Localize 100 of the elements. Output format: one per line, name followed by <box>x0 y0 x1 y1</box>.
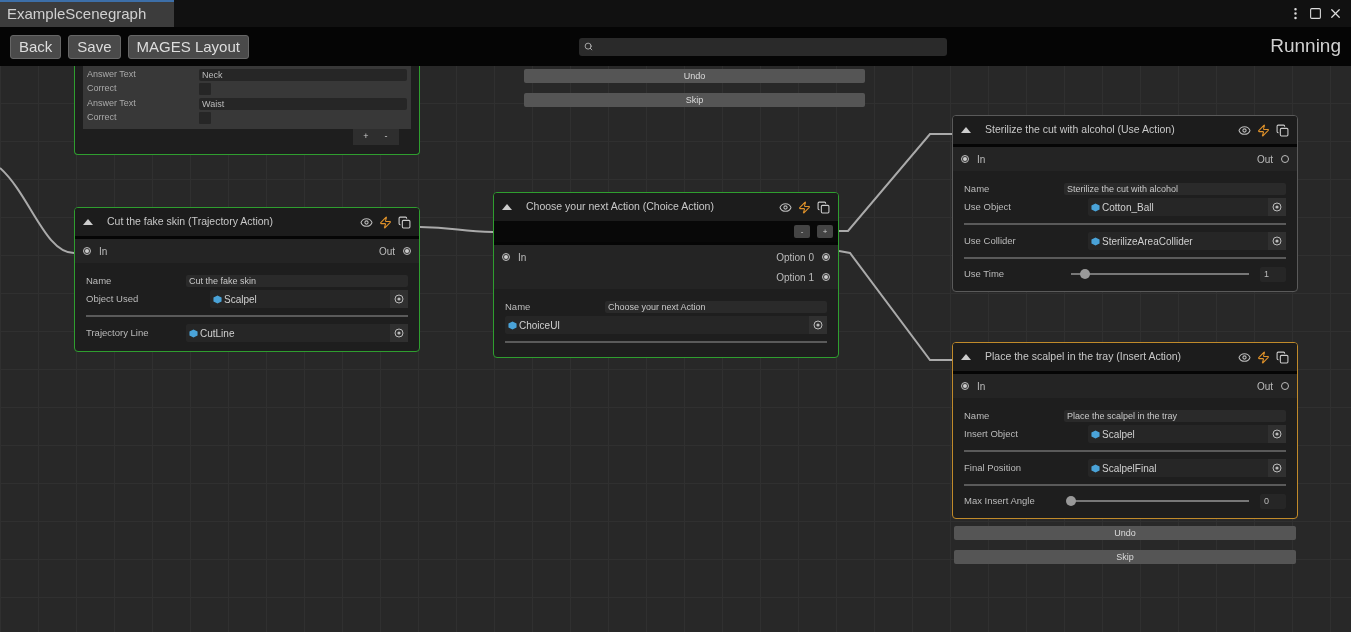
object-field[interactable]: ScalpelFinal <box>1088 459 1286 477</box>
stacked-squares-icon[interactable] <box>817 200 830 214</box>
list-edit-button[interactable]: - <box>379 129 393 145</box>
lightning-icon[interactable] <box>1257 350 1270 364</box>
port-label: Out <box>1256 152 1273 167</box>
field-label: Name <box>964 408 991 423</box>
node-title: Choose your next Action (Choice Action) <box>526 199 715 215</box>
graph-node[interactable]: Cut the fake skin (Trajectory Action) In Out Name Cut the fake skin Object Used Scalpel Trajectory Line CutLine <box>74 207 420 352</box>
cube-icon <box>1091 236 1100 246</box>
eye-icon[interactable] <box>779 200 792 214</box>
text-input[interactable]: Place the scalpel in the tray <box>1064 410 1286 422</box>
text-input[interactable]: Sterilize the cut with alcohol <box>1064 183 1286 195</box>
port-dot[interactable] <box>822 253 830 261</box>
toolbar-button[interactable]: Save <box>68 34 121 59</box>
object-field[interactable]: Scalpel <box>1088 425 1286 443</box>
list-edit-button[interactable]: + <box>359 129 373 145</box>
cube-icon <box>213 294 222 304</box>
toolbar-button[interactable]: Back <box>10 34 62 59</box>
port-label: In <box>977 152 986 167</box>
target-icon[interactable] <box>1272 236 1282 246</box>
collapse-triangle-icon[interactable] <box>961 127 971 133</box>
target-icon[interactable] <box>394 328 404 338</box>
graph-node[interactable]: Place the scalpel in the tray (Insert Action) In Out Name Place the scalpel in the tray Insert Object Scalpel Final Position ScalpelFinal Max Insert Angle 0 <box>952 342 1298 519</box>
field-label: Name <box>964 181 991 196</box>
slider-thumb[interactable] <box>1066 496 1076 506</box>
step-button[interactable]: Skip <box>524 93 865 107</box>
field-label: Name <box>86 273 113 288</box>
number-input[interactable]: 0 <box>1260 493 1286 509</box>
object-field[interactable]: Scalpel <box>210 290 408 308</box>
collapse-triangle-icon[interactable] <box>502 204 512 210</box>
eye-icon[interactable] <box>1238 350 1251 364</box>
port-label: Out <box>378 244 395 259</box>
collapse-triangle-icon[interactable] <box>83 219 93 225</box>
collapse-triangle-icon[interactable] <box>961 354 971 360</box>
port-label: Option 0 <box>776 250 814 265</box>
search-icon <box>583 42 593 51</box>
port-label: In <box>977 379 986 394</box>
step-button[interactable]: Skip <box>954 550 1296 564</box>
eye-icon[interactable] <box>1238 123 1251 137</box>
cube-icon <box>1091 429 1100 439</box>
target-icon[interactable] <box>394 294 404 304</box>
maximize-icon[interactable] <box>1309 7 1322 20</box>
step-button[interactable]: Undo <box>524 69 865 83</box>
cube-icon <box>1091 202 1100 212</box>
option-count-button[interactable]: + <box>817 225 833 238</box>
graph-node[interactable]: Answer Text Neck Correct Answer Text Waist Correct + - <box>74 66 420 155</box>
object-name: Cotton_Ball <box>1102 200 1155 215</box>
target-icon[interactable] <box>1272 202 1282 212</box>
number-input[interactable]: 1 <box>1260 266 1286 282</box>
port-label: Option 1 <box>776 270 814 285</box>
port-dot[interactable] <box>502 253 510 261</box>
field-label: Name <box>505 299 532 314</box>
port-dot[interactable] <box>83 247 91 255</box>
lightning-icon[interactable] <box>379 215 392 229</box>
port-dot[interactable] <box>403 247 411 255</box>
text-input[interactable]: Cut the fake skin <box>186 275 408 287</box>
object-name: ChoiceUI <box>519 318 562 333</box>
port-dot[interactable] <box>961 155 969 163</box>
stacked-squares-icon[interactable] <box>1276 123 1289 137</box>
field-label: Use Collider <box>964 233 1017 248</box>
target-icon[interactable] <box>1272 429 1282 439</box>
graph-node[interactable]: Choose your next Action (Choice Action) - + In Option 0 Option 1 Name Choose your next Action ChoiceUI <box>493 192 839 358</box>
node-title: Place the scalpel in the tray (Insert Action) <box>985 349 1183 365</box>
field-label: Answer Text <box>87 68 137 82</box>
cube-icon <box>508 320 517 330</box>
option-count-button[interactable]: - <box>794 225 810 238</box>
port-label: In <box>518 250 527 265</box>
object-field[interactable]: Cotton_Ball <box>1088 198 1286 216</box>
object-field[interactable]: ChoiceUI <box>505 316 827 334</box>
object-field[interactable]: CutLine <box>186 324 408 342</box>
target-icon[interactable] <box>813 320 823 330</box>
window-tab[interactable]: ExampleScenegraph <box>0 0 174 27</box>
stacked-squares-icon[interactable] <box>1276 350 1289 364</box>
object-name: SterilizeAreaCollider <box>1102 234 1194 249</box>
eye-icon[interactable] <box>360 215 373 229</box>
port-dot[interactable] <box>822 273 830 281</box>
search-field[interactable] <box>578 37 947 56</box>
node-title: Sterilize the cut with alcohol (Use Action) <box>985 122 1176 138</box>
text-input[interactable]: Waist <box>199 98 407 110</box>
text-input[interactable]: Choose your next Action <box>605 301 827 313</box>
cube-icon <box>189 328 198 338</box>
field-label: Trajectory Line <box>86 325 150 340</box>
port-dot[interactable] <box>961 382 969 390</box>
port-label: Out <box>1256 379 1273 394</box>
field-label: Correct <box>87 111 118 125</box>
field-label: Use Object <box>964 199 1012 214</box>
target-icon[interactable] <box>1272 463 1282 473</box>
object-field[interactable]: SterilizeAreaCollider <box>1088 232 1286 250</box>
text-input[interactable]: Neck <box>199 69 407 81</box>
close-icon[interactable] <box>1328 6 1343 21</box>
run-status: Running <box>1270 34 1341 59</box>
slider-thumb[interactable] <box>1080 269 1091 279</box>
lightning-icon[interactable] <box>798 200 811 214</box>
stacked-squares-icon[interactable] <box>398 215 411 229</box>
toolbar-button[interactable]: MAGES Layout <box>127 34 249 59</box>
lightning-icon[interactable] <box>1257 123 1270 137</box>
graph-node[interactable]: Sterilize the cut with alcohol (Use Action) In Out Name Sterilize the cut with alcohol Use Object Cotton_Ball Use Collider SterilizeAreaCollider Use Time 1 <box>952 115 1298 292</box>
port-label: In <box>99 244 108 259</box>
step-button[interactable]: Undo <box>954 526 1296 540</box>
field-label: Object Used <box>86 291 140 306</box>
